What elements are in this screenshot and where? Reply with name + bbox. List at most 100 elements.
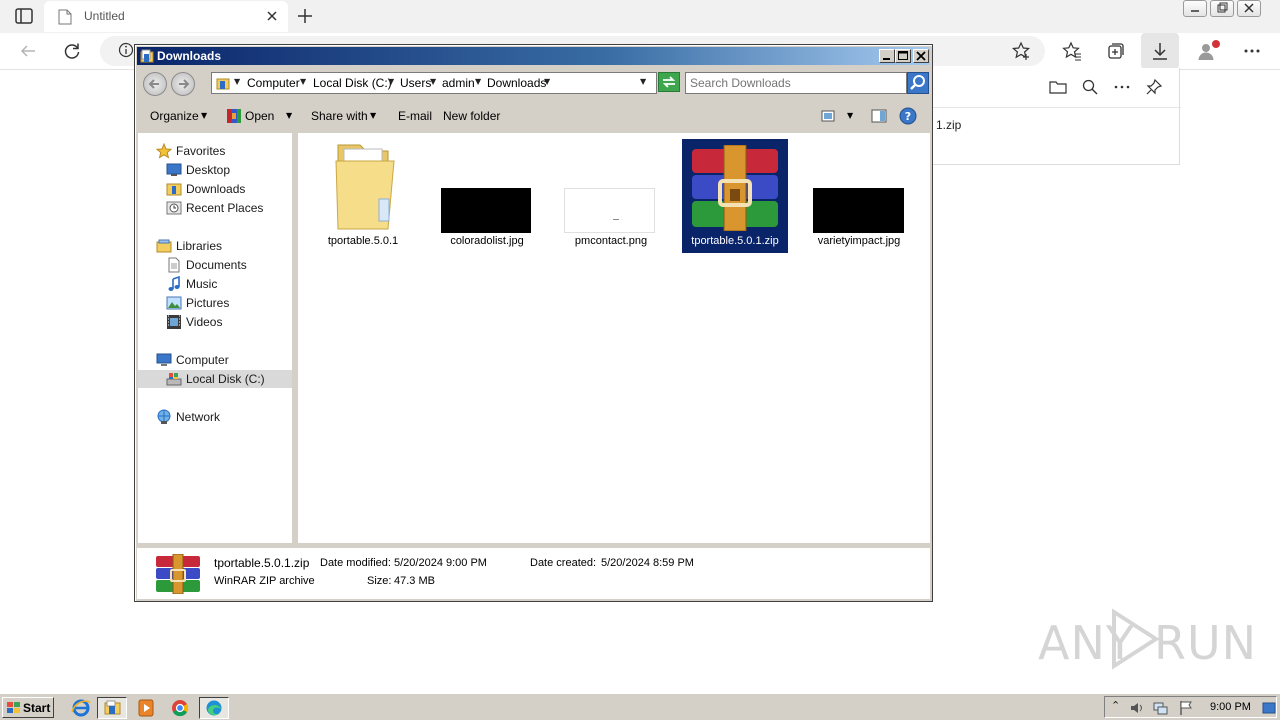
download-item-name[interactable]: 1.zip (936, 118, 961, 132)
search-input[interactable] (690, 75, 904, 91)
refresh-icon[interactable] (62, 41, 82, 61)
chevron-down-icon[interactable]: ▼ (234, 77, 240, 86)
documents-icon (168, 257, 180, 273)
nav-label: Libraries (176, 239, 223, 253)
nav-label: Documents (186, 258, 247, 272)
network-icon (157, 409, 171, 424)
taskbar-chrome[interactable] (165, 697, 195, 719)
back-icon[interactable] (18, 41, 38, 61)
start-button[interactable]: Start (2, 697, 54, 718)
chevron-down-icon[interactable]: ▼ (544, 77, 550, 86)
explorer-command-bar: Organize ▼ Open ▼ Share with ▼ E-mail Ne… (137, 101, 930, 131)
collections-icon[interactable] (1106, 41, 1126, 61)
taskbar-explorer[interactable] (97, 697, 127, 719)
breadcrumb-downloads[interactable]: Downloads (487, 76, 546, 90)
breadcrumb-local-disk[interactable]: Local Disk (C:) (313, 76, 392, 90)
start-label: Start (23, 701, 51, 715)
organize-button[interactable]: Organize (150, 109, 199, 123)
pin-icon[interactable] (1145, 78, 1163, 96)
more-icon[interactable] (1242, 41, 1262, 61)
breadcrumb-computer[interactable]: Computer (247, 76, 300, 90)
nav-item-local-disk[interactable]: Local Disk (C:) (138, 370, 292, 388)
chevron-down-icon[interactable]: ▼ (201, 111, 207, 120)
more-options-icon[interactable] (1113, 78, 1131, 96)
breadcrumb-users[interactable]: Users (400, 76, 431, 90)
details-modified-value: 5/20/2024 9:00 PM (394, 557, 487, 569)
email-button[interactable]: E-mail (398, 109, 432, 123)
favorites-icon[interactable] (1062, 41, 1082, 61)
breadcrumb-admin[interactable]: admin (442, 76, 475, 90)
details-size-label: Size: (367, 575, 392, 587)
chevron-down-icon[interactable]: ▼ (370, 111, 376, 120)
chevron-down-icon[interactable]: ▼ (847, 111, 853, 120)
details-created-label: Date created: (530, 557, 597, 569)
edge-icon (206, 700, 222, 716)
open-folder-icon[interactable] (1049, 78, 1067, 96)
divider (931, 107, 1181, 108)
details-pane: tportable.5.0.1.zip WinRAR ZIP archive D… (137, 545, 930, 599)
open-button[interactable]: Open (245, 109, 274, 123)
address-history-dropdown-icon[interactable]: ▼ (640, 77, 646, 86)
add-favorite-icon[interactable] (1011, 41, 1031, 61)
nav-label: Downloads (186, 182, 246, 196)
browser-tab[interactable]: Untitled (44, 1, 288, 32)
window-controls (1183, 0, 1261, 18)
file-item-zip-selected[interactable]: tportable.5.0.1.zip (682, 139, 788, 253)
share-with-button[interactable]: Share with (311, 109, 368, 123)
back-button[interactable] (143, 72, 167, 96)
search-button[interactable] (907, 72, 929, 94)
chevron-down-icon[interactable]: ▼ (286, 111, 292, 120)
show-desktop-icon[interactable] (1262, 700, 1276, 716)
new-tab-icon[interactable] (296, 7, 314, 25)
chrome-icon (172, 700, 189, 717)
nav-label: Favorites (176, 144, 226, 158)
taskbar-internet-explorer[interactable] (66, 697, 96, 719)
image-thumbnail (564, 188, 655, 233)
windows-logo-icon (7, 702, 20, 713)
explorer-minimize-button[interactable] (879, 49, 895, 63)
explorer-close-button[interactable] (913, 49, 929, 63)
forward-button[interactable] (171, 72, 195, 96)
file-item-image[interactable]: varietyimpact.jpg (806, 139, 912, 253)
file-name: varietyimpact.jpg (817, 235, 901, 247)
info-icon[interactable] (118, 42, 134, 58)
explorer-maximize-button[interactable] (895, 49, 911, 63)
breadcrumb[interactable]: ▼ Computer ▼ Local Disk (C:) ▼ Users ▼ a… (211, 72, 657, 94)
taskbar-media-player[interactable] (131, 697, 161, 719)
notification-dot (1212, 40, 1220, 48)
taskbar: Start ⌃ 9:00 PM (0, 693, 1280, 720)
chevron-down-icon[interactable]: ▼ (388, 77, 394, 86)
close-tab-icon[interactable] (264, 8, 280, 24)
preview-pane-icon[interactable] (871, 108, 887, 124)
downloads-button[interactable] (1141, 33, 1179, 69)
clock[interactable]: 9:00 PM (1210, 701, 1251, 713)
chevron-down-icon[interactable]: ▼ (300, 77, 306, 86)
taskbar-edge[interactable] (199, 697, 229, 719)
file-item-image[interactable]: pmcontact.png (558, 139, 664, 253)
file-item-image[interactable]: coloradolist.jpg (434, 139, 540, 253)
videos-icon (167, 315, 181, 329)
explorer-titlebar[interactable]: Downloads (137, 47, 930, 65)
search-downloads-icon[interactable] (1081, 78, 1099, 96)
svg-text:?: ? (905, 110, 911, 123)
minimize-button[interactable] (1183, 0, 1207, 17)
search-box[interactable] (685, 72, 907, 94)
tab-actions-icon[interactable] (14, 7, 34, 25)
navigation-pane: Favorites Desktop Downloads Recent Place… (138, 133, 295, 543)
help-icon[interactable]: ? (899, 107, 917, 125)
action-center-flag-icon[interactable] (1178, 700, 1194, 716)
restore-button[interactable] (1210, 0, 1234, 17)
chevron-down-icon[interactable]: ▼ (430, 77, 436, 86)
chevron-down-icon[interactable]: ▼ (475, 77, 481, 86)
explorer-refresh-button[interactable] (658, 72, 680, 92)
close-window-button[interactable] (1237, 0, 1261, 17)
page-icon (58, 9, 72, 25)
volume-icon[interactable] (1129, 700, 1145, 716)
new-folder-button[interactable]: New folder (443, 109, 500, 123)
folder-icon (335, 144, 395, 230)
change-view-icon[interactable] (821, 109, 835, 123)
show-hidden-icons-icon[interactable]: ⌃ (1111, 699, 1120, 712)
network-status-icon[interactable] (1152, 700, 1168, 716)
explorer-window: Downloads ▼ Computer ▼ Local Disk (C:) ▼ (134, 44, 933, 602)
file-item-folder[interactable]: tportable.5.0.1 (310, 139, 416, 253)
